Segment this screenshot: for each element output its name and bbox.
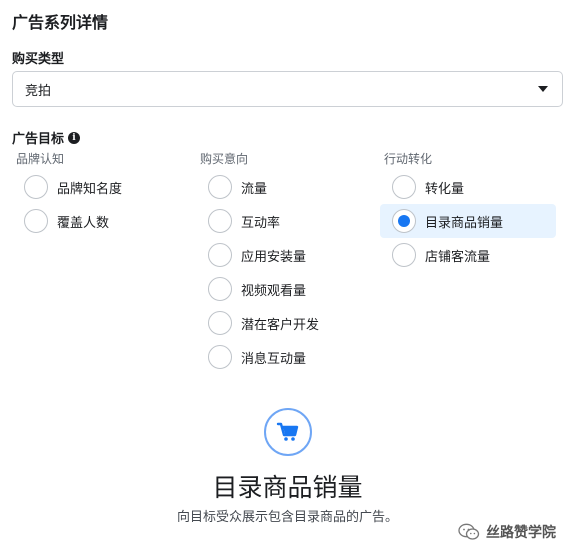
radio-button[interactable] [208, 243, 232, 267]
buy-type-label: 购买类型 [12, 52, 65, 67]
buy-type-select[interactable]: 竞拍 [12, 71, 563, 107]
radio-button[interactable] [208, 277, 232, 301]
objective-column-consideration: 购买意向 流量 互动率 应用安装量 视频观看量 潜在客户开发 消息互动量 [196, 150, 372, 374]
section-title: 广告系列详情 [12, 13, 109, 32]
objective-option-lead-generation[interactable]: 潜在客户开发 [196, 306, 372, 340]
objective-option-app-installs[interactable]: 应用安装量 [196, 238, 372, 272]
radio-button[interactable] [208, 345, 232, 369]
option-label: 目录商品销量 [425, 215, 504, 231]
objective-option-traffic[interactable]: 流量 [196, 170, 372, 204]
radio-button-selected[interactable] [392, 209, 416, 233]
option-label: 潜在客户开发 [241, 317, 320, 333]
option-label: 品牌知名度 [57, 181, 123, 197]
objective-option-messages[interactable]: 消息互动量 [196, 340, 372, 374]
option-label: 互动率 [241, 215, 281, 231]
chevron-down-icon [538, 86, 548, 92]
option-label: 流量 [241, 181, 268, 197]
column-header: 品牌认知 [16, 152, 65, 166]
objective-option-conversions[interactable]: 转化量 [380, 170, 556, 204]
wechat-icon [458, 523, 480, 541]
objective-column-awareness: 品牌认知 品牌知名度 覆盖人数 [12, 150, 188, 238]
info-icon[interactable]: i [68, 131, 81, 144]
radio-button[interactable] [392, 175, 416, 199]
radio-button[interactable] [208, 209, 232, 233]
objective-option-catalog-sales[interactable]: 目录商品销量 [380, 204, 556, 238]
column-header: 行动转化 [384, 152, 433, 166]
objective-option-engagement[interactable]: 互动率 [196, 204, 372, 238]
radio-button[interactable] [208, 311, 232, 335]
objective-option-store-traffic[interactable]: 店铺客流量 [380, 238, 556, 272]
radio-button[interactable] [24, 175, 48, 199]
objective-label-text: 广告目标 [12, 132, 65, 147]
objective-option-video-views[interactable]: 视频观看量 [196, 272, 372, 306]
radio-button[interactable] [24, 209, 48, 233]
objective-label: 广告目标 i [12, 128, 81, 147]
column-header: 购买意向 [200, 152, 249, 166]
option-label: 覆盖人数 [57, 215, 110, 231]
objective-column-conversion: 行动转化 转化量 目录商品销量 店铺客流量 [380, 150, 556, 272]
buy-type-value: 竞拍 [25, 83, 52, 99]
summary-title: 目录商品销量 [212, 473, 363, 502]
watermark: 丝路赞学院 [458, 522, 556, 542]
option-label: 店铺客流量 [425, 249, 491, 265]
option-label: 消息互动量 [241, 351, 307, 367]
radio-button[interactable] [392, 243, 416, 267]
option-label: 转化量 [425, 181, 465, 197]
objective-option-brand-awareness[interactable]: 品牌知名度 [12, 170, 188, 204]
option-label: 应用安装量 [241, 249, 307, 265]
shopping-cart-icon [264, 408, 312, 456]
radio-button[interactable] [208, 175, 232, 199]
option-label: 视频观看量 [241, 283, 307, 299]
objective-option-reach[interactable]: 覆盖人数 [12, 204, 188, 238]
watermark-text: 丝路赞学院 [486, 525, 556, 541]
